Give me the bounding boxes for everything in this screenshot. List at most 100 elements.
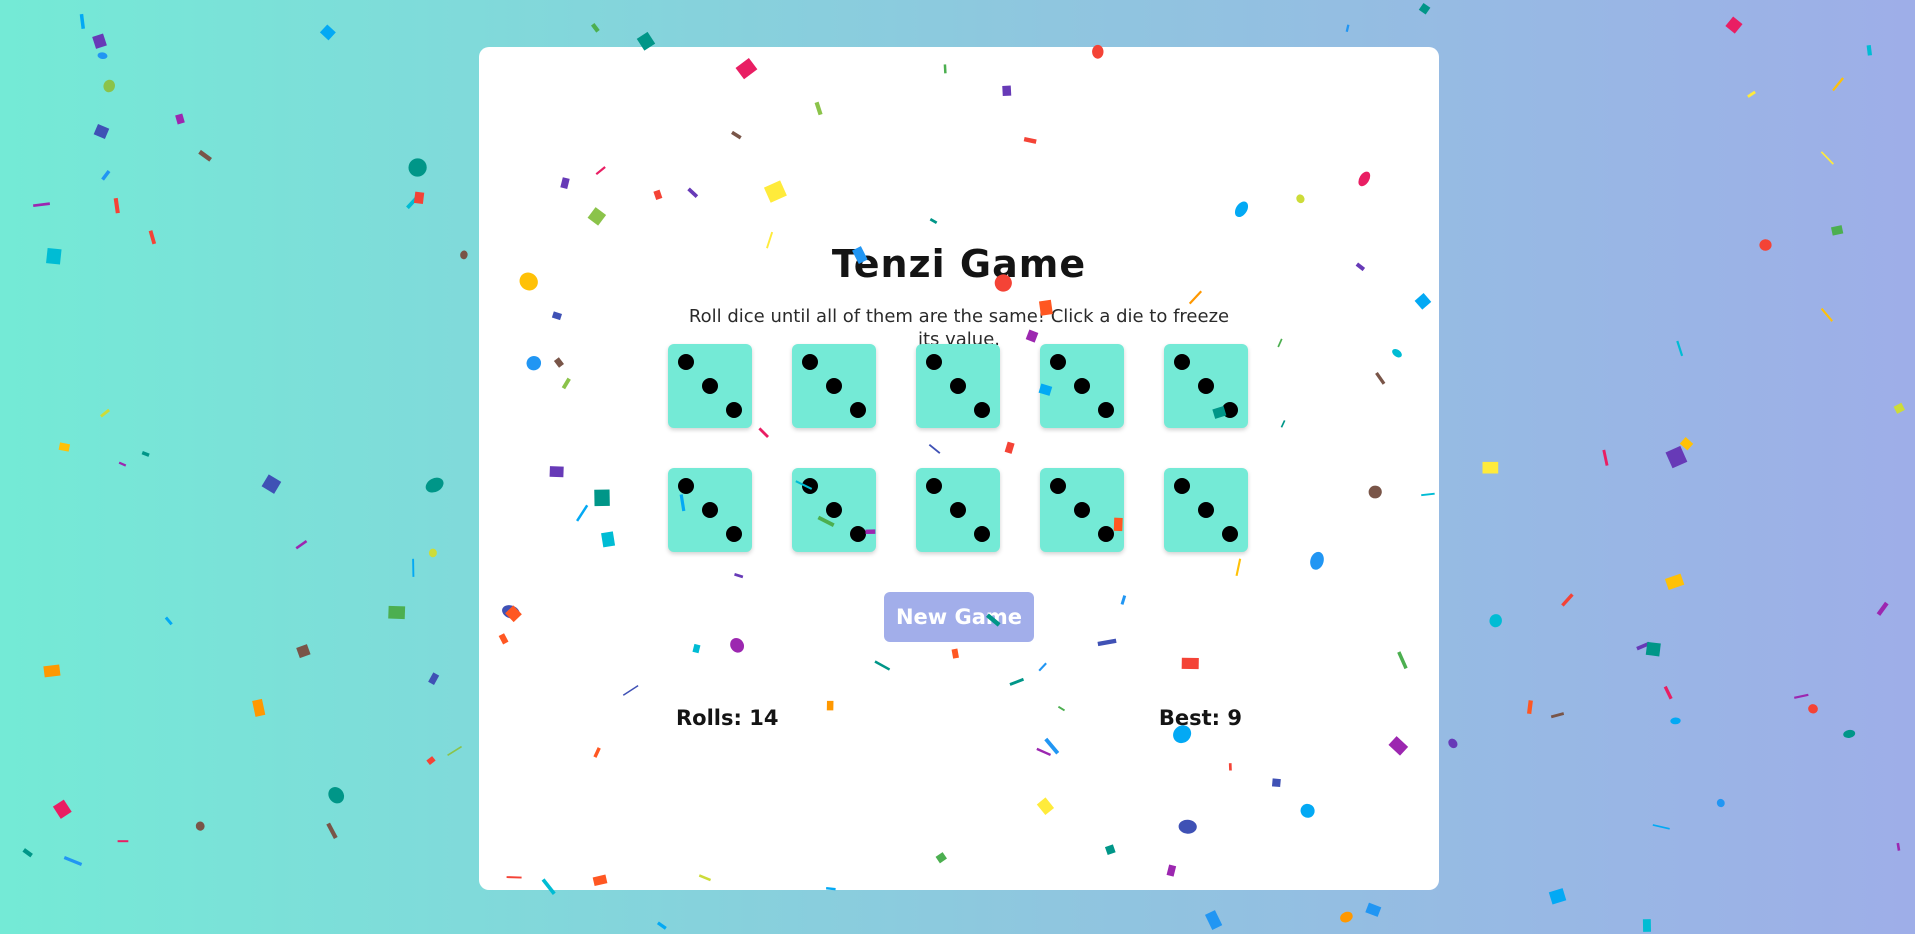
confetti-piece	[63, 856, 83, 867]
confetti-piece	[1526, 700, 1533, 715]
confetti-piece	[118, 461, 127, 467]
pip	[974, 526, 990, 542]
confetti-piece	[198, 149, 212, 162]
best-value: 9	[1227, 706, 1242, 730]
die-3[interactable]	[916, 344, 1000, 428]
confetti-piece	[425, 477, 444, 493]
die-10[interactable]	[1164, 468, 1248, 552]
confetti-piece	[447, 745, 463, 757]
pip	[1050, 354, 1066, 370]
confetti-piece	[1602, 449, 1609, 466]
pip	[1050, 478, 1066, 494]
die-1[interactable]	[668, 344, 752, 428]
confetti-piece	[22, 848, 33, 858]
pip	[702, 378, 718, 394]
confetti-piece	[141, 450, 150, 457]
rolls-counter: Rolls: 14	[676, 706, 778, 730]
pip	[1198, 378, 1214, 394]
confetti-piece	[1876, 601, 1889, 616]
pip	[850, 526, 866, 542]
confetti-piece	[1652, 824, 1670, 830]
die-2[interactable]	[792, 344, 876, 428]
pip	[950, 378, 966, 394]
confetti-piece	[412, 558, 415, 577]
confetti-piece	[1482, 461, 1499, 474]
confetti-piece	[100, 408, 111, 418]
confetti-piece	[1345, 24, 1350, 32]
pip	[1222, 402, 1238, 418]
confetti-piece	[1676, 340, 1684, 357]
die-4[interactable]	[1040, 344, 1124, 428]
confetti-piece	[1340, 911, 1353, 923]
confetti-piece	[117, 840, 129, 843]
confetti-piece	[1670, 717, 1681, 725]
confetti-piece	[1448, 738, 1458, 749]
pip	[802, 478, 818, 494]
confetti-piece	[1664, 573, 1685, 591]
confetti-piece	[1843, 729, 1856, 738]
confetti-piece	[1665, 445, 1688, 469]
confetti-piece	[195, 821, 205, 831]
confetti-piece	[93, 123, 110, 140]
confetti-piece	[295, 540, 308, 550]
pip	[702, 502, 718, 518]
confetti-piece	[1830, 225, 1844, 236]
confetti-piece	[43, 664, 61, 678]
die-8[interactable]	[916, 468, 1000, 552]
confetti-piece	[428, 548, 437, 558]
confetti-piece	[406, 194, 421, 210]
confetti-piece	[428, 672, 440, 686]
confetti-piece	[1716, 798, 1725, 808]
pip	[678, 478, 694, 494]
confetti-piece	[1645, 641, 1661, 657]
confetti-piece	[1893, 402, 1906, 414]
die-9[interactable]	[1040, 468, 1124, 552]
confetti-piece	[460, 250, 468, 260]
die-5[interactable]	[1164, 344, 1248, 428]
confetti-piece	[113, 197, 120, 214]
pip	[726, 402, 742, 418]
confetti-piece	[408, 158, 427, 177]
confetti-piece	[326, 822, 338, 839]
confetti-piece	[1204, 910, 1223, 930]
confetti-piece	[319, 24, 336, 41]
game-card: Tenzi Game Roll dice until all of them a…	[479, 47, 1439, 890]
confetti-piece	[1820, 307, 1834, 322]
confetti-piece	[1679, 437, 1694, 451]
confetti-piece	[388, 605, 406, 620]
new-game-button[interactable]: New Game	[884, 592, 1034, 642]
confetti-piece	[1747, 90, 1756, 98]
confetti-piece	[175, 113, 185, 125]
confetti-piece	[1548, 888, 1567, 905]
pip	[826, 502, 842, 518]
pip	[1074, 502, 1090, 518]
confetti-piece	[46, 247, 62, 265]
die-7[interactable]	[792, 468, 876, 552]
pip	[826, 378, 842, 394]
pip	[1174, 354, 1190, 370]
confetti-piece	[148, 230, 157, 245]
confetti-piece	[1866, 44, 1873, 56]
pip	[974, 402, 990, 418]
pip	[950, 502, 966, 518]
confetti-piece	[79, 13, 85, 29]
confetti-piece	[261, 474, 282, 494]
confetti-piece	[413, 191, 425, 204]
confetti-piece	[1759, 239, 1772, 251]
confetti-piece	[1418, 2, 1431, 15]
confetti-piece	[1663, 685, 1673, 700]
rolls-value: 14	[749, 706, 779, 730]
confetti-piece	[103, 79, 115, 93]
confetti-piece	[252, 698, 266, 717]
confetti-piece	[97, 52, 108, 60]
confetti-piece	[1642, 919, 1652, 932]
pip	[1222, 526, 1238, 542]
die-6[interactable]	[668, 468, 752, 552]
confetti-piece	[1725, 16, 1743, 34]
confetti-piece	[164, 616, 173, 626]
confetti-piece	[1636, 641, 1651, 651]
confetti-piece	[590, 23, 600, 33]
confetti-piece	[101, 170, 111, 181]
confetti-piece	[1550, 712, 1565, 719]
pip	[1074, 378, 1090, 394]
